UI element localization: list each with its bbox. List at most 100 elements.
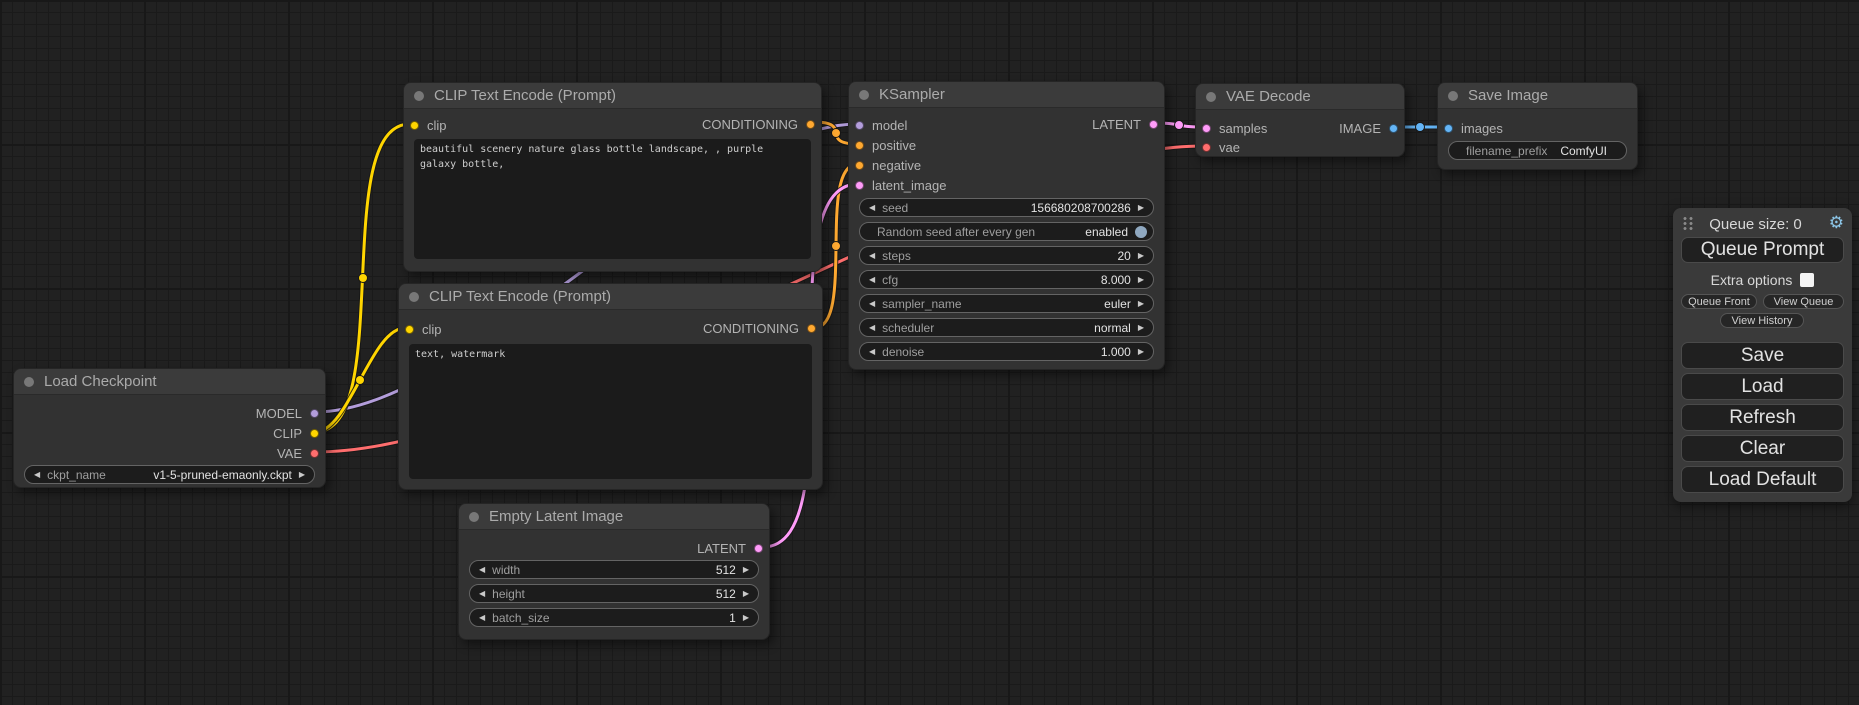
right-arrow-icon[interactable]: ▶ [299,471,305,479]
collapse-dot-icon[interactable] [1206,92,1216,102]
output-slot-clip[interactable]: CLIP [273,423,319,443]
left-arrow-icon[interactable]: ◀ [869,348,875,356]
right-arrow-icon[interactable]: ▶ [1138,300,1144,308]
left-arrow-icon[interactable]: ◀ [869,276,875,284]
output-dot-latent[interactable] [1149,120,1158,129]
right-arrow-icon[interactable]: ▶ [743,590,749,598]
input-dot-clip[interactable] [405,325,414,334]
positive-prompt-textarea[interactable]: beautiful scenery nature glass bottle la… [414,139,811,259]
node-header[interactable]: VAE Decode [1196,84,1404,110]
node-empty-latent-image[interactable]: Empty Latent Image LATENT ◀ width 512 ▶ … [458,503,770,640]
node-clip-text-encode-negative[interactable]: CLIP Text Encode (Prompt) clip CONDITION… [398,283,823,490]
input-dot-clip[interactable] [410,121,419,130]
input-slot-clip[interactable]: clip [405,319,442,339]
input-slot-model[interactable]: model [855,115,907,135]
node-header[interactable]: Save Image [1438,83,1637,109]
settings-gear-icon[interactable]: ⚙ [1829,214,1844,231]
right-arrow-icon[interactable]: ▶ [1138,324,1144,332]
load-button[interactable]: Load [1681,373,1844,400]
width-widget[interactable]: ◀ width 512 ▶ [469,560,759,579]
input-slot-samples[interactable]: samples [1202,118,1267,138]
height-widget[interactable]: ◀ height 512 ▶ [469,584,759,603]
output-slot-latent[interactable]: LATENT [1092,114,1158,134]
cfg-widget[interactable]: ◀ cfg 8.000 ▶ [859,270,1154,289]
output-dot-model[interactable] [310,409,319,418]
left-arrow-icon[interactable]: ◀ [479,614,485,622]
left-arrow-icon[interactable]: ◀ [34,471,40,479]
load-default-button[interactable]: Load Default [1681,466,1844,493]
right-arrow-icon[interactable]: ▶ [1138,276,1144,284]
node-header[interactable]: Load Checkpoint [14,369,325,395]
negative-prompt-textarea[interactable]: text, watermark [409,344,812,479]
input-dot-vae[interactable] [1202,143,1211,152]
ckpt-name-widget[interactable]: ◀ ckpt_name v1-5-pruned-emaonly.ckpt ▶ [24,465,315,484]
output-dot-conditioning[interactable] [806,120,815,129]
output-dot-vae[interactable] [310,449,319,458]
batch-size-widget[interactable]: ◀ batch_size 1 ▶ [469,608,759,627]
collapse-dot-icon[interactable] [1448,91,1458,101]
output-slot-conditioning[interactable]: CONDITIONING [702,114,815,134]
input-slot-images[interactable]: images [1444,118,1503,138]
right-arrow-icon[interactable]: ▶ [1138,252,1144,260]
node-header[interactable]: KSampler [849,82,1164,108]
random-seed-toggle-widget[interactable]: Random seed after every gen enabled [859,222,1154,241]
left-arrow-icon[interactable]: ◀ [479,566,485,574]
collapse-dot-icon[interactable] [859,90,869,100]
queue-front-button[interactable]: Queue Front [1681,294,1757,309]
output-dot-clip[interactable] [310,429,319,438]
view-queue-button[interactable]: View Queue [1763,294,1844,309]
input-slot-negative[interactable]: negative [855,155,921,175]
seed-widget[interactable]: ◀ seed 156680208700286 ▶ [859,198,1154,217]
output-slot-image[interactable]: IMAGE [1339,118,1398,138]
output-dot-conditioning[interactable] [807,324,816,333]
input-slot-vae[interactable]: vae [1202,137,1240,157]
input-dot-samples[interactable] [1202,124,1211,133]
left-arrow-icon[interactable]: ◀ [869,324,875,332]
node-save-image[interactable]: Save Image images filename_prefix ComfyU… [1437,82,1638,170]
collapse-dot-icon[interactable] [24,377,34,387]
filename-prefix-widget[interactable]: filename_prefix ComfyUI [1448,141,1627,160]
node-load-checkpoint[interactable]: Load Checkpoint MODEL CLIP VAE ◀ ckpt_na… [13,368,326,488]
output-dot-latent[interactable] [754,544,763,553]
right-arrow-icon[interactable]: ▶ [743,614,749,622]
input-slot-positive[interactable]: positive [855,135,916,155]
node-graph-canvas[interactable]: Load Checkpoint MODEL CLIP VAE ◀ ckpt_na… [0,0,1859,705]
node-header[interactable]: Empty Latent Image [459,504,769,530]
left-arrow-icon[interactable]: ◀ [479,590,485,598]
node-vae-decode[interactable]: VAE Decode samples vae IMAGE [1195,83,1405,157]
steps-widget[interactable]: ◀ steps 20 ▶ [859,246,1154,265]
node-header[interactable]: CLIP Text Encode (Prompt) [399,284,822,310]
input-dot-model[interactable] [855,121,864,130]
toggle-circle-icon[interactable] [1135,226,1147,238]
denoise-widget[interactable]: ◀ denoise 1.000 ▶ [859,342,1154,361]
input-slot-latent-image[interactable]: latent_image [855,175,946,195]
left-arrow-icon[interactable]: ◀ [869,252,875,260]
input-dot-latent-image[interactable] [855,181,864,190]
right-arrow-icon[interactable]: ▶ [1138,204,1144,212]
save-button[interactable]: Save [1681,342,1844,369]
output-dot-image[interactable] [1389,124,1398,133]
input-slot-clip[interactable]: clip [410,115,447,135]
input-dot-images[interactable] [1444,124,1453,133]
output-slot-latent[interactable]: LATENT [697,538,763,558]
output-slot-conditioning[interactable]: CONDITIONING [703,318,816,338]
collapse-dot-icon[interactable] [409,292,419,302]
clear-button[interactable]: Clear [1681,435,1844,462]
node-header[interactable]: CLIP Text Encode (Prompt) [404,83,821,109]
input-dot-positive[interactable] [855,141,864,150]
input-dot-negative[interactable] [855,161,864,170]
left-arrow-icon[interactable]: ◀ [869,204,875,212]
sampler-name-widget[interactable]: ◀ sampler_name euler ▶ [859,294,1154,313]
queue-prompt-button[interactable]: Queue Prompt [1681,237,1844,263]
extra-options-checkbox[interactable] [1800,273,1814,287]
collapse-dot-icon[interactable] [469,512,479,522]
node-clip-text-encode-positive[interactable]: CLIP Text Encode (Prompt) clip CONDITION… [403,82,822,272]
right-arrow-icon[interactable]: ▶ [743,566,749,574]
left-arrow-icon[interactable]: ◀ [869,300,875,308]
output-slot-vae[interactable]: VAE [277,443,319,463]
view-history-button[interactable]: View History [1720,313,1804,328]
node-ksampler[interactable]: KSampler model positive negative latent_… [848,81,1165,370]
refresh-button[interactable]: Refresh [1681,404,1844,431]
right-arrow-icon[interactable]: ▶ [1138,348,1144,356]
collapse-dot-icon[interactable] [414,91,424,101]
